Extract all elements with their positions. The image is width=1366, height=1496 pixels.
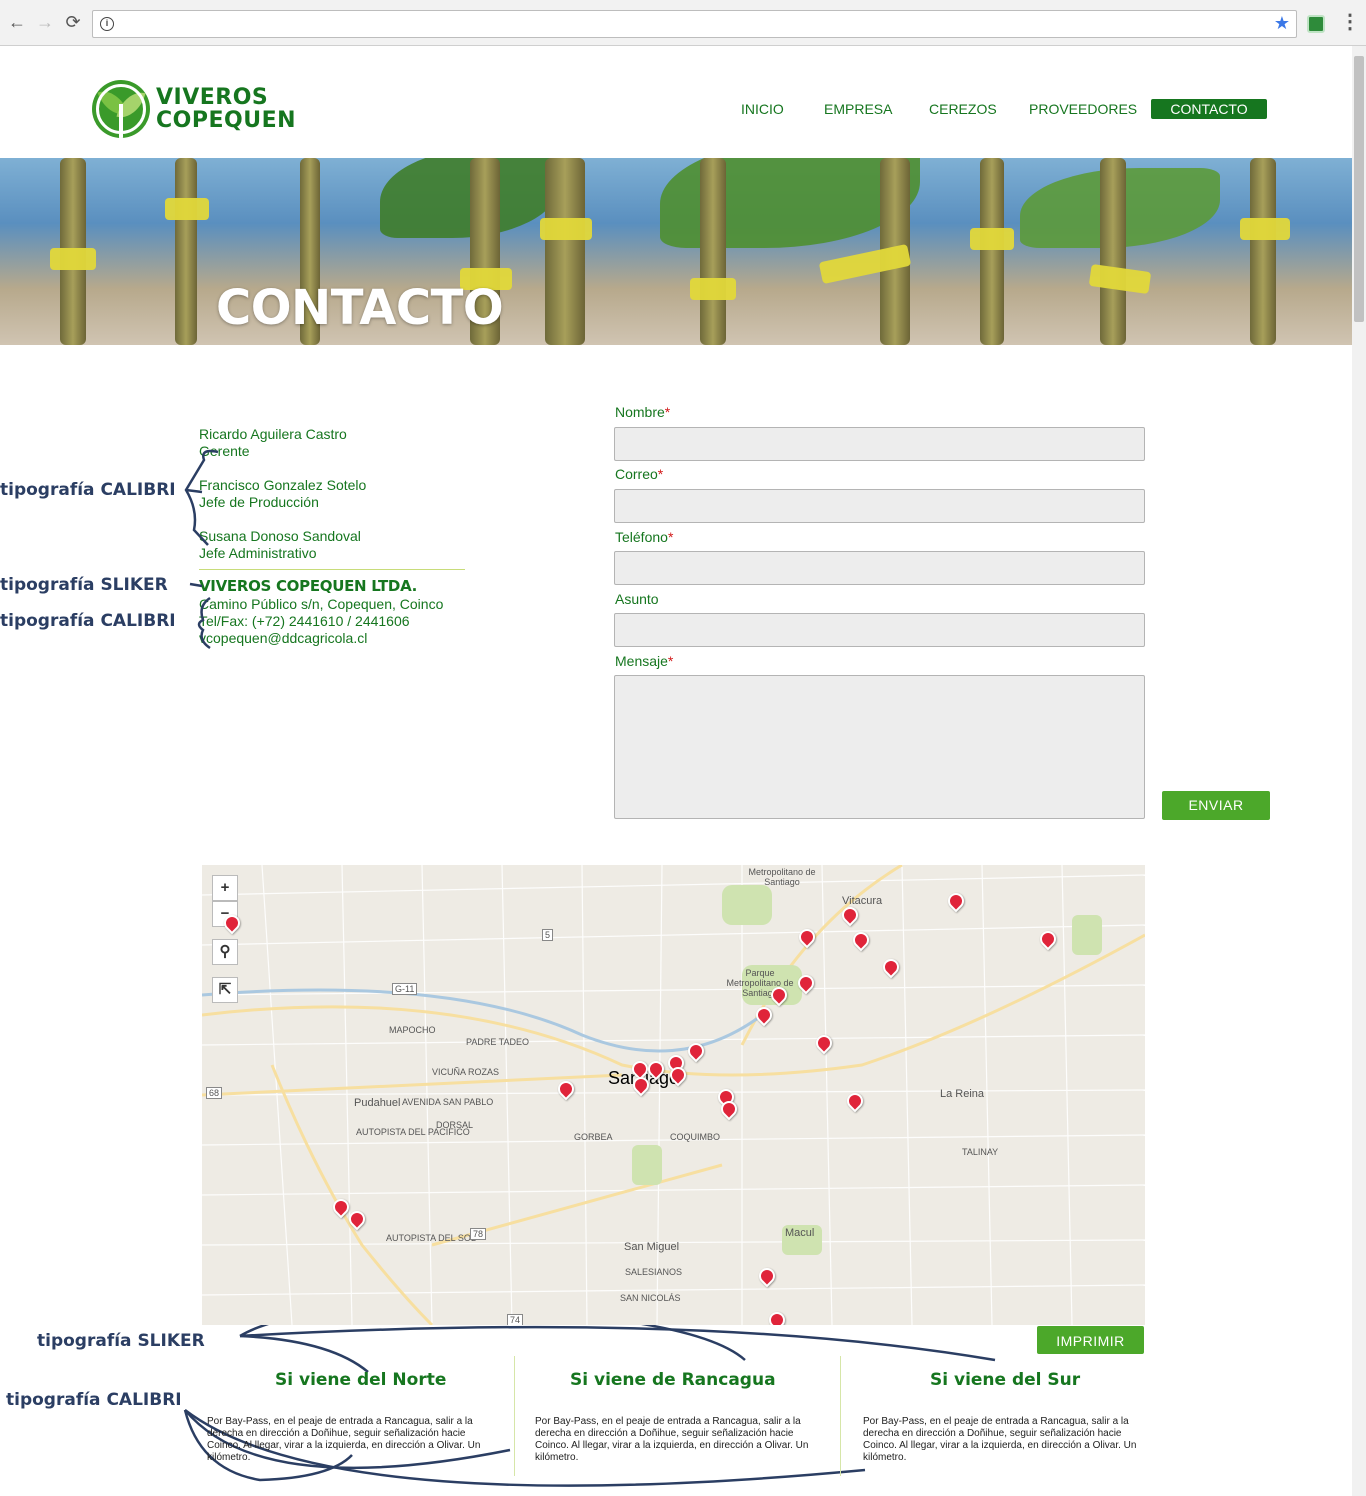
direction-text-sur: Por Bay-Pass, en el peaje de entrada a R… [863,1416,1137,1463]
map-label-68: 68 [206,1087,223,1099]
map-label-san-nicolas: SAN NICOLÁS [620,1293,681,1303]
annotation-calibri-3: tipografía CALIBRI [6,1390,182,1410]
map-label-metropolitano: Metropolitano de Santiago [748,867,816,887]
nav-contacto[interactable]: CONTACTO [1151,99,1267,119]
scrollbar-thumb[interactable] [1354,56,1364,322]
nombre-label: Nombre* [615,404,671,420]
mensaje-label: Mensaje* [615,653,674,669]
map-label-parque: Parque Metropolitano de Santiago [726,968,794,998]
direction-text-norte: Por Bay-Pass, en el peaje de entrada a R… [207,1416,481,1463]
browser-menu-icon[interactable]: ⋮ [1340,9,1360,35]
info-divider [199,569,465,570]
bookmark-star-icon[interactable]: ★ [1274,13,1290,34]
map-label-dorsal: DORSAL [436,1120,474,1130]
company-details: Camino Público s/n, Copequen, Coinco Tel… [199,596,443,647]
map-label-74: 74 [507,1314,524,1325]
location-map[interactable]: + − ⚲ ⇱ Santiago Pudahuel La Reina Macul… [202,865,1145,1325]
mensaje-textarea[interactable] [614,675,1145,819]
map-label-talinay: TALINAY [962,1147,999,1157]
map-label-avenida-san-pablo: AVENIDA SAN PABLO [402,1097,494,1107]
direction-title-sur: Si viene del Sur [930,1370,1081,1390]
map-external-link-icon[interactable]: ⇱ [212,977,238,1003]
nombre-input[interactable] [614,427,1145,461]
logo-icon[interactable] [92,80,150,138]
directions-divider [840,1356,841,1476]
contact-role: Jefe Administrativo [199,545,317,561]
direction-text-rancagua: Por Bay-Pass, en el peaje de entrada a R… [535,1416,809,1463]
contact-name: Francisco Gonzalez Sotelo [199,477,367,493]
telefono-label: Teléfono* [615,529,674,545]
map-label-coquimbo: COQUIMBO [670,1132,721,1142]
contact-role: Gerente [199,443,250,459]
contact-role: Jefe de Producción [199,494,319,510]
map-label-78: 78 [470,1228,487,1240]
correo-input[interactable] [614,489,1145,523]
direction-title-rancagua: Si viene de Rancagua [570,1370,776,1390]
company-email[interactable]: vcopequen@ddcagricola.cl [199,630,443,647]
forward-arrow-icon[interactable]: → [34,11,56,33]
map-label-g11: G-11 [392,983,418,995]
map-label-mapocho: MAPOCHO [389,1025,436,1035]
map-label-padre-tadeo: PADRE TADEO [466,1037,530,1047]
annotation-calibri-2: tipografía CALIBRI [0,611,176,631]
map-label-san-miguel: San Miguel [624,1241,680,1253]
logo-line-1: VIVEROS [156,85,269,110]
directions-divider [514,1356,515,1476]
annotation-sliker-2: tipografía SLIKER [37,1331,205,1351]
enviar-button[interactable]: ENVIAR [1162,791,1270,820]
map-streets [202,865,1145,1325]
page-title: CONTACTO [216,280,504,336]
zoom-in-button[interactable]: + [212,875,238,901]
reload-icon[interactable]: ⟳ [62,11,84,33]
asunto-input[interactable] [614,613,1145,647]
map-label-vitacura: Vitacura [842,895,883,907]
contact-name: Ricardo Aguilera Castro [199,426,347,442]
map-label-5: 5 [542,929,554,941]
company-name: VIVEROS COPEQUEN LTDA. [199,577,418,595]
nav-proveedores[interactable]: PROVEEDORES [1029,99,1137,119]
map-label-macul: Macul [785,1227,815,1239]
contact-person-1: Ricardo Aguilera Castro Gerente [199,426,347,460]
correo-label: Correo* [615,466,664,482]
annotation-calibri-1: tipografía CALIBRI [0,480,176,500]
direction-title-norte: Si viene del Norte [275,1370,447,1390]
nav-inicio[interactable]: INICIO [741,99,784,119]
extension-icon[interactable] [1307,15,1325,33]
map-label-vicuna-rozas: VICUÑA ROZAS [432,1067,500,1077]
map-label-gorbea: GORBEA [574,1132,613,1142]
contact-person-2: Francisco Gonzalez Sotelo Jefe de Produc… [199,477,366,511]
company-address: Camino Público s/n, Copequen, Coinco [199,596,444,612]
map-label-la-reina: La Reina [940,1088,985,1100]
map-search-icon[interactable]: ⚲ [212,939,238,965]
map-label-pudahuel: Pudahuel [354,1097,401,1109]
hero-banner [0,158,1352,345]
browser-toolbar: ← → ⟳ i ★ ⋮ [0,0,1366,46]
logo-line-2: COPEQUEN [156,108,297,133]
map-label-autopista-sol: AUTOPISTA DEL SOL [386,1233,476,1243]
nav-empresa[interactable]: EMPRESA [824,99,892,119]
imprimir-button[interactable]: IMPRIMIR [1037,1326,1144,1354]
nav-cerezos[interactable]: CEREZOS [929,99,997,119]
company-phone: Tel/Fax: (+72) 2441610 / 2441606 [199,613,410,629]
address-bar[interactable]: i ★ [92,10,1297,38]
logo-wordmark[interactable]: VIVEROS COPEQUEN [156,86,296,132]
site-info-icon[interactable]: i [100,17,114,31]
contact-name: Susana Donoso Sandoval [199,528,361,544]
asunto-label: Asunto [615,591,659,607]
back-arrow-icon[interactable]: ← [6,11,28,33]
telefono-input[interactable] [614,551,1145,585]
map-label-salesianos: SALESIANOS [625,1267,683,1277]
annotation-sliker-1: tipografía SLIKER [0,575,168,595]
contact-person-3: Susana Donoso Sandoval Jefe Administrati… [199,528,361,562]
